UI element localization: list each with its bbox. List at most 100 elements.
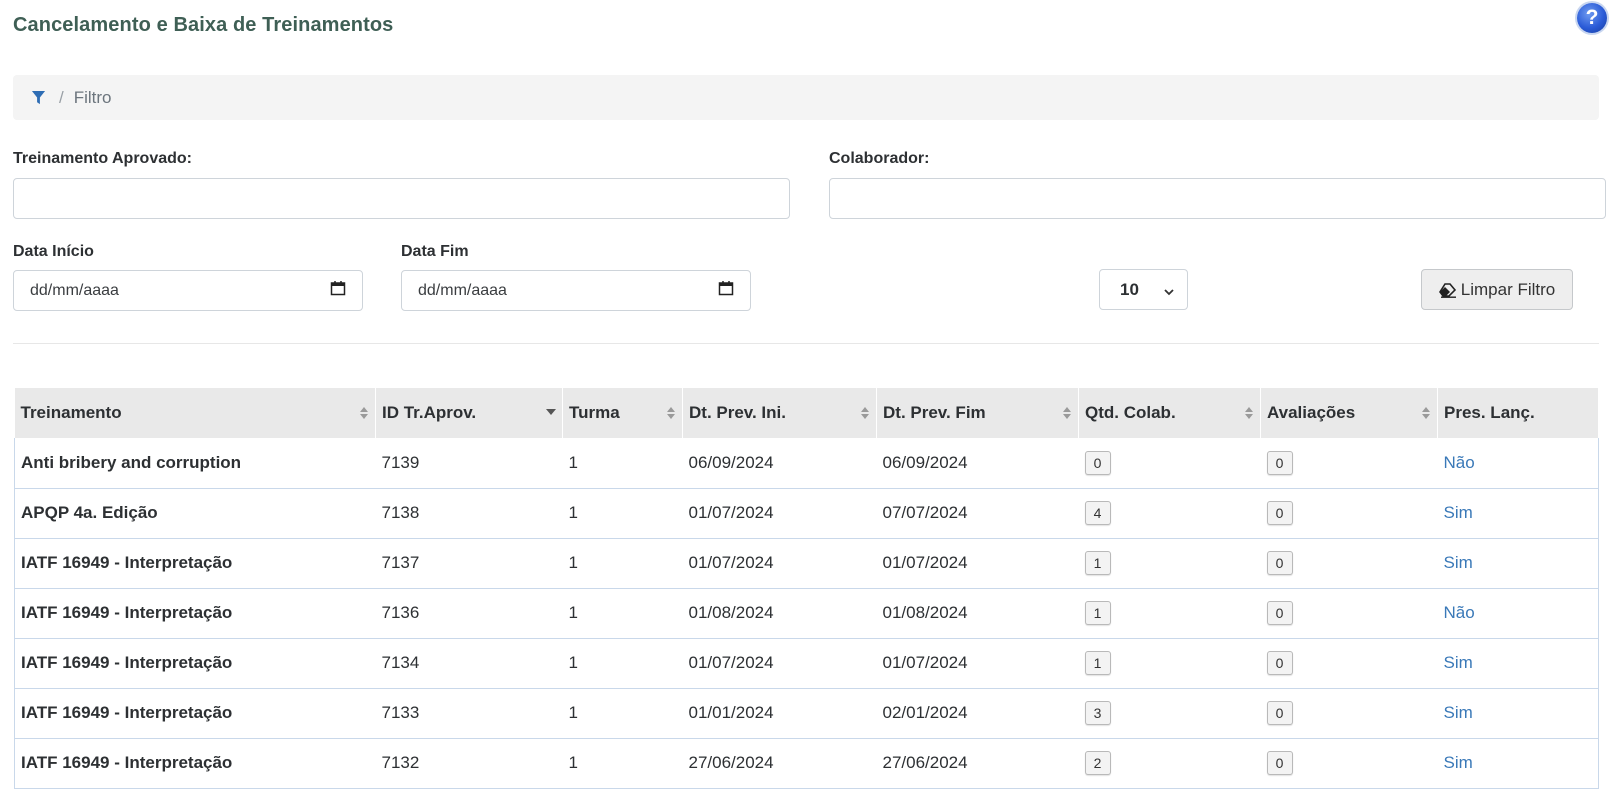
col-header-dt-prev-ini[interactable]: Dt. Prev. Ini. bbox=[682, 388, 877, 438]
sort-desc-icon bbox=[546, 409, 556, 415]
cell-turma: 1 bbox=[562, 688, 683, 739]
filter-icon[interactable] bbox=[31, 90, 47, 106]
pres-lanc-link[interactable]: Não bbox=[1444, 453, 1475, 472]
cell-dt-fim: 07/07/2024 bbox=[876, 488, 1079, 539]
qtd-colab-badge[interactable]: 1 bbox=[1084, 551, 1111, 575]
pres-lanc-link[interactable]: Sim bbox=[1444, 503, 1473, 522]
avaliacoes-badge[interactable]: 0 bbox=[1266, 651, 1293, 675]
cell-treinamento: APQP 4a. Edição bbox=[14, 488, 376, 539]
breadcrumb-separator: / bbox=[59, 87, 64, 107]
avaliacoes-badge[interactable]: 0 bbox=[1266, 501, 1293, 525]
cell-dt-ini: 01/08/2024 bbox=[682, 588, 877, 639]
data-fim-input[interactable]: dd/mm/aaaa bbox=[401, 270, 751, 311]
cell-dt-ini: 01/01/2024 bbox=[682, 688, 877, 739]
qtd-colab-badge[interactable]: 0 bbox=[1084, 450, 1111, 475]
cell-dt-ini: 01/07/2024 bbox=[682, 488, 877, 539]
col-header-qtd-colab[interactable]: Qtd. Colab. bbox=[1078, 388, 1261, 438]
cell-pres-lanc: Não bbox=[1437, 588, 1599, 639]
breadcrumb: / Filtro bbox=[13, 75, 1599, 120]
pres-lanc-link[interactable]: Não bbox=[1444, 603, 1475, 622]
col-header-treinamento[interactable]: Treinamento bbox=[14, 388, 376, 438]
cell-dt-fim: 02/01/2024 bbox=[876, 688, 1079, 739]
avaliacoes-badge[interactable]: 0 bbox=[1266, 751, 1293, 775]
clear-filter-button[interactable]: Limpar Filtro bbox=[1421, 269, 1573, 310]
pres-lanc-link[interactable]: Sim bbox=[1444, 653, 1473, 672]
cell-qtd-colab: 1 bbox=[1078, 538, 1261, 589]
data-inicio-placeholder: dd/mm/aaaa bbox=[30, 281, 119, 299]
cell-dt-ini: 06/09/2024 bbox=[682, 438, 877, 489]
cell-treinamento: IATF 16949 - Interpretação bbox=[14, 688, 376, 739]
page-title: Cancelamento e Baixa de Treinamentos bbox=[13, 14, 394, 36]
cell-avaliacoes: 0 bbox=[1260, 638, 1438, 689]
cell-avaliacoes: 0 bbox=[1260, 688, 1438, 739]
treinamento-aprovado-input[interactable] bbox=[13, 178, 790, 219]
cell-dt-fim: 01/08/2024 bbox=[876, 588, 1079, 639]
colaborador-input[interactable] bbox=[829, 178, 1606, 219]
cell-treinamento: IATF 16949 - Interpretação bbox=[14, 538, 376, 589]
qtd-colab-badge[interactable]: 4 bbox=[1084, 501, 1111, 525]
qtd-colab-badge[interactable]: 1 bbox=[1084, 651, 1111, 675]
qtd-colab-badge[interactable]: 1 bbox=[1084, 601, 1111, 625]
pres-lanc-link[interactable]: Sim bbox=[1444, 753, 1473, 772]
cell-id: 7136 bbox=[375, 588, 563, 639]
data-fim-label: Data Fim bbox=[401, 243, 469, 260]
cell-treinamento: IATF 16949 - Interpretação bbox=[14, 738, 376, 789]
qtd-colab-badge[interactable]: 3 bbox=[1084, 701, 1111, 725]
cell-pres-lanc: Sim bbox=[1437, 488, 1599, 539]
table-row[interactable]: APQP 4a. Edição 7138 1 01/07/2024 07/07/… bbox=[14, 488, 1599, 539]
divider bbox=[13, 343, 1599, 344]
cell-qtd-colab: 0 bbox=[1078, 438, 1261, 489]
col-header-pres-lanc: Pres. Lanç. bbox=[1437, 388, 1599, 438]
cell-treinamento: Anti bribery and corruption bbox=[14, 438, 376, 489]
cell-turma: 1 bbox=[562, 588, 683, 639]
help-icon[interactable]: ? bbox=[1577, 3, 1607, 33]
table-row[interactable]: IATF 16949 - Interpretação 7137 1 01/07/… bbox=[14, 538, 1599, 589]
data-inicio-label: Data Início bbox=[13, 243, 94, 260]
cell-avaliacoes: 0 bbox=[1260, 538, 1438, 589]
cell-dt-fim: 01/07/2024 bbox=[876, 638, 1079, 689]
qtd-colab-badge[interactable]: 2 bbox=[1084, 751, 1111, 775]
table-row[interactable]: IATF 16949 - Interpretação 7136 1 01/08/… bbox=[14, 588, 1599, 639]
table-row[interactable]: Anti bribery and corruption 7139 1 06/09… bbox=[14, 438, 1599, 489]
col-header-dt-prev-fim[interactable]: Dt. Prev. Fim bbox=[876, 388, 1079, 438]
col-header-avaliacoes[interactable]: Avaliações bbox=[1260, 388, 1438, 438]
cell-treinamento: IATF 16949 - Interpretação bbox=[14, 588, 376, 639]
table-row[interactable]: IATF 16949 - Interpretação 7133 1 01/01/… bbox=[14, 688, 1599, 739]
calendar-icon[interactable] bbox=[718, 280, 734, 301]
cell-pres-lanc: Sim bbox=[1437, 738, 1599, 789]
clear-filter-label: Limpar Filtro bbox=[1460, 279, 1556, 299]
cell-avaliacoes: 0 bbox=[1260, 588, 1438, 639]
sort-icon bbox=[1422, 407, 1430, 419]
eraser-icon bbox=[1438, 282, 1456, 298]
data-inicio-input[interactable]: dd/mm/aaaa bbox=[13, 270, 363, 311]
treinamento-aprovado-label: Treinamento Aprovado: bbox=[13, 150, 192, 167]
breadcrumb-filtro: Filtro bbox=[73, 87, 112, 107]
chevron-down-icon bbox=[1163, 283, 1175, 303]
cell-qtd-colab: 4 bbox=[1078, 488, 1261, 539]
cell-id: 7134 bbox=[375, 638, 563, 689]
cell-avaliacoes: 0 bbox=[1260, 488, 1438, 539]
cell-turma: 1 bbox=[562, 638, 683, 689]
table-row[interactable]: IATF 16949 - Interpretação 7132 1 27/06/… bbox=[14, 738, 1599, 789]
avaliacoes-badge[interactable]: 0 bbox=[1266, 450, 1293, 475]
cell-pres-lanc: Sim bbox=[1437, 638, 1599, 689]
sort-icon bbox=[861, 407, 869, 419]
page-size-value: 10 bbox=[1120, 279, 1139, 299]
avaliacoes-badge[interactable]: 0 bbox=[1266, 601, 1293, 625]
cell-dt-fim: 01/07/2024 bbox=[876, 538, 1079, 589]
col-header-id[interactable]: ID Tr.Aprov. bbox=[375, 388, 563, 438]
avaliacoes-badge[interactable]: 0 bbox=[1266, 551, 1293, 575]
col-header-turma[interactable]: Turma bbox=[562, 388, 683, 438]
calendar-icon[interactable] bbox=[330, 280, 346, 301]
cell-dt-ini: 01/07/2024 bbox=[682, 638, 877, 689]
trainings-table: Treinamento ID Tr.Aprov. Turma Dt. Prev.… bbox=[14, 388, 1599, 789]
avaliacoes-badge[interactable]: 0 bbox=[1266, 701, 1293, 725]
sort-icon bbox=[667, 407, 675, 419]
pres-lanc-link[interactable]: Sim bbox=[1444, 553, 1473, 572]
table-row[interactable]: IATF 16949 - Interpretação 7134 1 01/07/… bbox=[14, 638, 1599, 689]
pres-lanc-link[interactable]: Sim bbox=[1444, 703, 1473, 722]
page-size-select[interactable]: 10 bbox=[1099, 269, 1188, 310]
cell-turma: 1 bbox=[562, 738, 683, 789]
cell-avaliacoes: 0 bbox=[1260, 738, 1438, 789]
cell-turma: 1 bbox=[562, 488, 683, 539]
